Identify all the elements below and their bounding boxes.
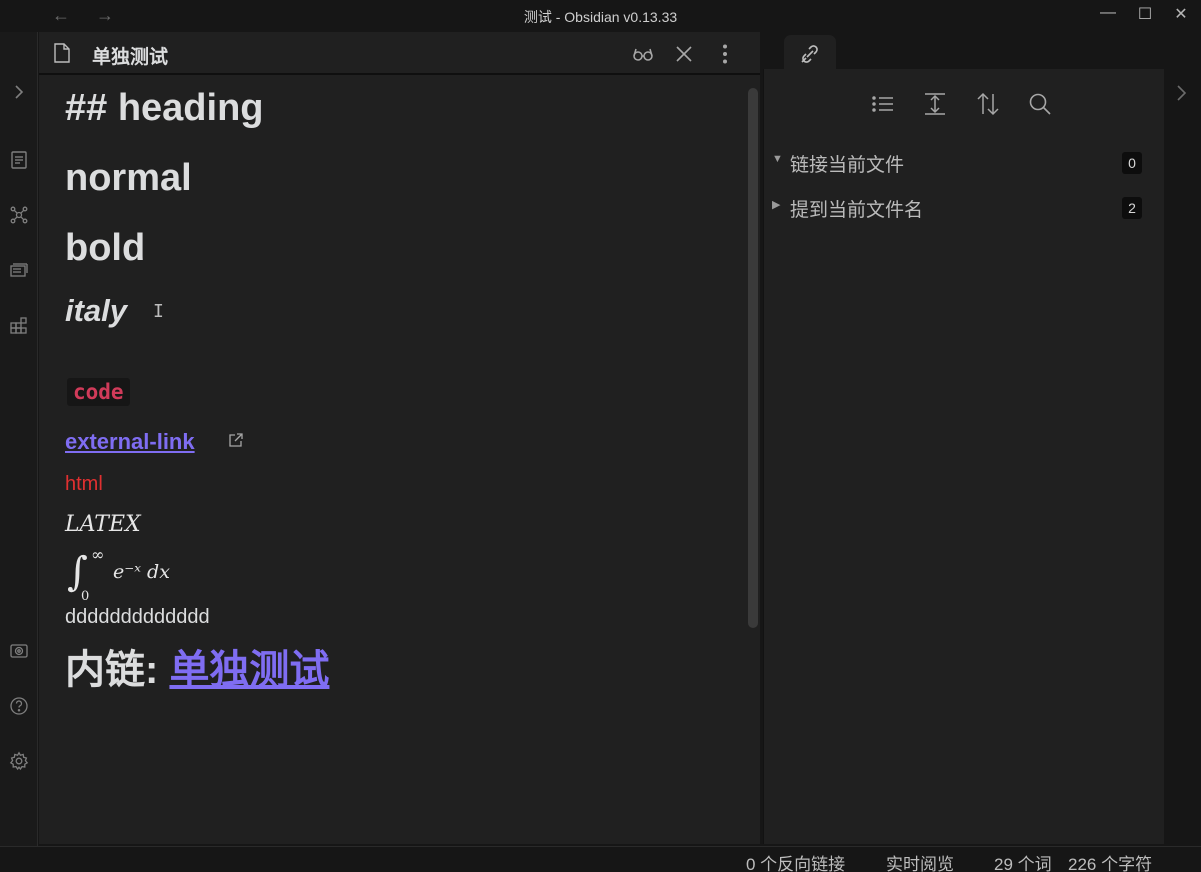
status-backlinks[interactable]: 0 个反向链接 <box>746 850 845 872</box>
reading-mode-icon[interactable] <box>631 42 655 66</box>
help-icon[interactable] <box>9 696 29 716</box>
html-text: html <box>65 473 103 495</box>
section-label: 链接当前文件 <box>790 155 905 176</box>
linked-mentions-section[interactable]: ▼ 链接当前文件 0 <box>772 146 1152 176</box>
window-title: 测试 - Obsidian v0.13.33 <box>523 9 678 25</box>
section-count: 2 <box>1122 197 1142 219</box>
backlinks-icon <box>801 45 818 63</box>
expand-triangle-icon[interactable]: ▶ <box>772 198 780 211</box>
latex-logo: LATEX <box>65 512 141 537</box>
unlinked-mentions-section[interactable]: ▶ 提到当前文件名 2 <box>772 191 1152 221</box>
inline-code: code <box>67 378 130 406</box>
file-switcher-icon[interactable] <box>9 150 29 170</box>
section-count: 0 <box>1122 152 1142 174</box>
external-link-icon <box>228 432 244 448</box>
chevron-right-icon[interactable] <box>9 82 29 102</box>
status-word-count: 29 个词 <box>994 855 1052 872</box>
text-line: ddddddddddddd <box>65 606 210 628</box>
right-sidebar-toggle-icon[interactable] <box>1172 80 1192 106</box>
external-link[interactable]: external-link <box>65 429 195 455</box>
slides-icon[interactable] <box>9 260 29 280</box>
view-header: 单独测试 <box>39 32 760 75</box>
settings-icon[interactable] <box>9 751 29 771</box>
graph-view-icon[interactable] <box>9 205 29 225</box>
search-icon[interactable] <box>1027 91 1053 117</box>
sort-icon[interactable] <box>975 91 1001 117</box>
minimize-button[interactable]: — <box>1098 4 1118 22</box>
status-char-count: 226 个字符 <box>1068 855 1153 872</box>
title-bar: ← → 测试 - Obsidian v0.13.33 — ☐ ✕ <box>0 0 1201 32</box>
math-block: ∫ ∞ 0 e⁻ˣ dx <box>65 545 205 607</box>
expand-context-icon[interactable] <box>922 91 948 117</box>
templates-icon[interactable] <box>9 316 29 336</box>
heading-line: ## heading <box>65 87 264 129</box>
backlinks-tab[interactable] <box>784 35 836 71</box>
maximize-button[interactable]: ☐ <box>1135 4 1155 24</box>
status-editor-mode[interactable]: 实时阅览 <box>886 850 954 872</box>
internal-link[interactable]: 单独测试 <box>169 648 329 692</box>
collapse-triangle-icon[interactable]: ▼ <box>772 153 783 165</box>
more-options-icon[interactable] <box>713 42 737 66</box>
close-window-button[interactable]: ✕ <box>1171 4 1191 24</box>
backlinks-pane: ▼ 链接当前文件 0 ▶ 提到当前文件名 2 <box>763 69 1164 844</box>
left-ribbon <box>0 32 38 846</box>
internal-link-prefix: 内链: <box>65 648 170 692</box>
math-upper-limit: ∞ <box>91 545 105 564</box>
vault-icon[interactable] <box>9 641 29 661</box>
italic-line: italy <box>65 293 128 328</box>
math-lower-limit: 0 <box>81 589 90 604</box>
file-icon <box>53 43 71 63</box>
bold-line: bold <box>65 227 146 269</box>
normal-line: normal <box>65 157 192 199</box>
close-icon[interactable] <box>672 42 696 66</box>
editor-scrollbar[interactable] <box>748 88 758 628</box>
status-bar: 0 个反向链接 实时阅览 29 个词 226 个字符 <box>0 846 1201 872</box>
collapse-results-icon[interactable] <box>870 91 896 117</box>
text-cursor-icon: I <box>153 301 164 322</box>
editor-pane: 单独测试 ## heading normal bold italy I code… <box>39 32 760 844</box>
right-tab-strip <box>760 32 1201 71</box>
section-label: 提到当前文件名 <box>790 200 924 221</box>
view-title[interactable]: 单独测试 <box>92 42 168 69</box>
internal-link-line: 内链: 单独测试 <box>65 637 329 695</box>
math-integrand: e⁻ˣ dx <box>113 561 170 583</box>
